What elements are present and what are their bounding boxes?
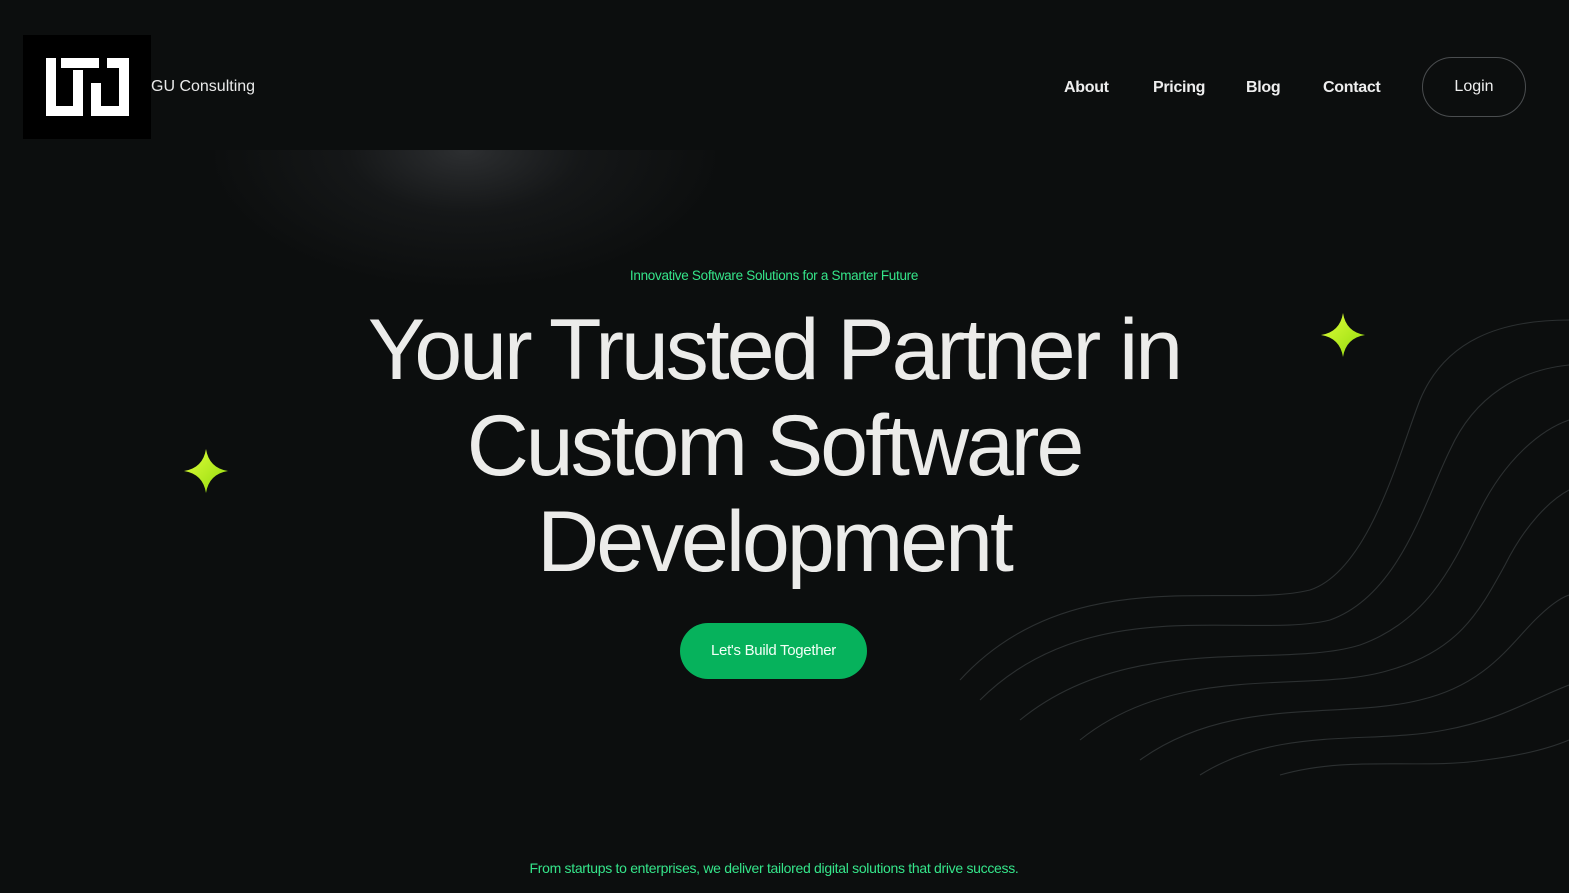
nav-link-about[interactable]: About [1064, 77, 1109, 99]
landing-page: GU Consulting About Pricing Blog Contact… [0, 0, 1569, 893]
headline-line: Development [537, 494, 1014, 590]
nav-link-contact[interactable]: Contact [1323, 77, 1381, 99]
brand-name[interactable]: GU Consulting [151, 77, 255, 97]
nav-link-blog[interactable]: Blog [1246, 77, 1281, 99]
hero-eyebrow: Innovative Software Solutions for a Smar… [629, 268, 919, 283]
headline-line: Custom Software [466, 398, 1085, 494]
brand-logo[interactable] [23, 35, 151, 139]
headline-line: Your Trusted Partner in [367, 302, 1183, 398]
gu-monogram-logo [46, 58, 129, 116]
hero-tagline: From startups to enterprises, we deliver… [529, 860, 1019, 876]
hero-headline: Your Trusted Partner in Custom Software … [0, 302, 1548, 590]
cta-button[interactable]: Let's Build Together [680, 623, 867, 679]
nav-link-pricing[interactable]: Pricing [1153, 77, 1205, 99]
login-button[interactable]: Login [1422, 57, 1526, 117]
